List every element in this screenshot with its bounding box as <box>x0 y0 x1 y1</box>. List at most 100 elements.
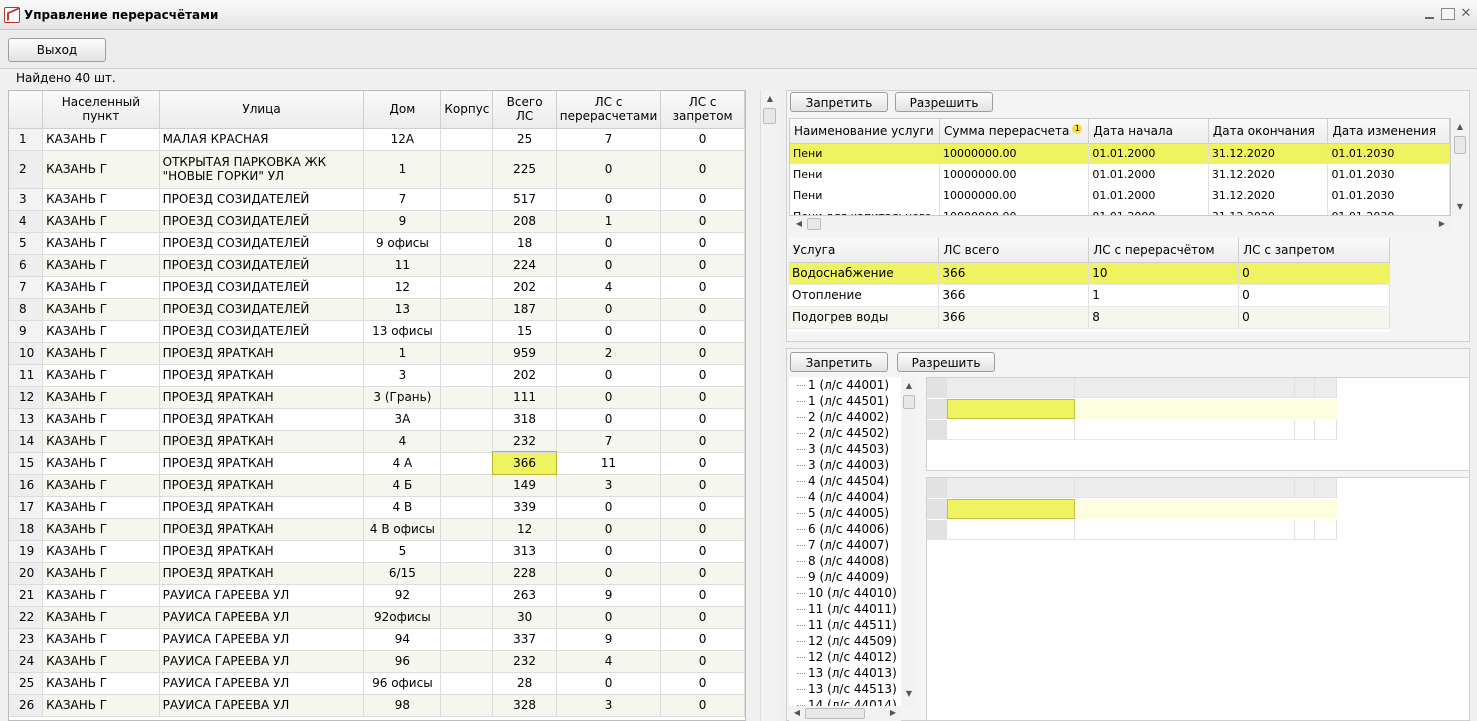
table-cell[interactable] <box>440 232 494 255</box>
scroll-down-icon[interactable]: ▼ <box>901 687 917 701</box>
table-cell[interactable]: 8 <box>9 298 44 321</box>
tree-node[interactable]: 1 (л/с 44001) <box>789 377 901 393</box>
table-cell[interactable] <box>440 496 494 519</box>
table-cell[interactable]: 6/15 <box>363 562 442 585</box>
table-cell[interactable]: 1 <box>556 210 662 233</box>
table-cell[interactable]: 19 <box>9 540 44 563</box>
accounts-tree-vscrollbar[interactable]: ▲ ▼ <box>901 377 917 707</box>
table-cell[interactable]: 01.01.2030 <box>1327 143 1450 164</box>
table-cell[interactable]: ПРОЕЗД ЯРАТКАН <box>159 364 365 387</box>
table-cell[interactable]: 96 <box>363 650 442 673</box>
houses-grid-vscrollbar[interactable]: ▲ <box>760 90 778 721</box>
table-cell[interactable]: 0 <box>660 606 745 629</box>
table-row[interactable]: 4 КАЗАНЬ Г ПРОЕЗД СОЗИДАТЕЛЕЙ 9 208 1 0 <box>9 210 745 233</box>
table-cell[interactable]: 24 <box>9 650 44 673</box>
table-cell[interactable]: 0 <box>1238 284 1390 307</box>
table-cell[interactable]: 0 <box>660 232 745 255</box>
table-cell[interactable]: 0 <box>556 408 662 431</box>
table-cell[interactable]: 01.01.2000 <box>1088 206 1209 215</box>
table-cell[interactable]: 31.12.2020 <box>1208 143 1329 164</box>
table-cell[interactable] <box>440 150 494 189</box>
table-cell[interactable]: 517 <box>492 188 557 211</box>
table-row[interactable]: 23 КАЗАНЬ Г РАУИСА ГАРЕЕВА УЛ 94 337 9 0 <box>9 628 745 651</box>
table-cell[interactable] <box>440 650 494 673</box>
table-cell[interactable]: КАЗАНЬ Г <box>42 342 160 365</box>
table-cell[interactable]: РАУИСА ГАРЕЕВА УЛ <box>159 628 365 651</box>
table-cell[interactable]: Пени <box>790 164 940 185</box>
scroll-left-icon[interactable]: ◀ <box>791 217 807 231</box>
column-header[interactable]: Населенный пункт <box>42 91 160 129</box>
table-cell[interactable]: ОТКРЫТАЯ ПАРКОВКА ЖК "НОВЫЕ ГОРКИ" УЛ <box>159 150 365 189</box>
table-cell[interactable]: КАЗАНЬ Г <box>42 150 160 189</box>
table-cell[interactable]: ПРОЕЗД СОЗИДАТЕЛЕЙ <box>159 232 365 255</box>
table-cell[interactable]: КАЗАНЬ Г <box>42 672 160 695</box>
table-row[interactable]: 5 КАЗАНЬ Г ПРОЕЗД СОЗИДАТЕЛЕЙ 9 офисы 18 0 0 <box>9 232 745 255</box>
table-cell[interactable]: 12 <box>9 386 44 409</box>
table-cell[interactable]: 337 <box>492 628 557 651</box>
table-row[interactable]: Водоснабжение 366 10 0 <box>789 262 1390 285</box>
table-cell[interactable]: КАЗАНЬ Г <box>42 496 160 519</box>
column-header[interactable]: Дата окончания <box>1208 119 1329 144</box>
column-header[interactable]: ЛС с запретом <box>1238 238 1390 263</box>
scroll-up-icon[interactable]: ▲ <box>901 379 917 393</box>
table-cell[interactable]: 232 <box>492 430 557 453</box>
table-cell[interactable]: 0 <box>556 496 662 519</box>
scroll-right-icon[interactable]: ▶ <box>1434 217 1450 231</box>
table-cell[interactable]: 0 <box>660 540 745 563</box>
accounts-tree-hscrollbar[interactable]: ◀ ▶ <box>789 706 901 721</box>
table-cell[interactable]: 21 <box>9 584 44 607</box>
table-cell[interactable]: 0 <box>660 518 745 541</box>
table-cell[interactable] <box>440 518 494 541</box>
table-cell[interactable]: 92офисы <box>363 606 442 629</box>
table-cell[interactable]: 0 <box>660 452 745 475</box>
table-row[interactable]: 2 КАЗАНЬ Г ОТКРЫТАЯ ПАРКОВКА ЖК "НОВЫЕ ГОР… <box>9 150 745 189</box>
column-header[interactable]: Дата изменения <box>1327 119 1450 144</box>
scroll-up-icon[interactable]: ▲ <box>762 92 778 106</box>
table-cell[interactable]: КАЗАНЬ Г <box>42 408 160 431</box>
table-cell[interactable]: 1 <box>363 150 442 189</box>
tree-node[interactable]: 4 (л/с 44504) <box>789 473 901 489</box>
table-cell[interactable]: 0 <box>556 298 662 321</box>
table-cell[interactable]: ПРОЕЗД ЯРАТКАН <box>159 496 365 519</box>
table-cell[interactable] <box>440 606 494 629</box>
services-vscrollbar[interactable]: ▲ ▼ <box>1452 118 1468 216</box>
table-cell[interactable]: 0 <box>660 128 745 151</box>
table-cell[interactable]: 339 <box>492 496 557 519</box>
table-cell[interactable]: ПРОЕЗД ЯРАТКАН <box>159 342 365 365</box>
tree-node[interactable]: 11 (л/с 44511) <box>789 617 901 633</box>
table-cell[interactable]: 13 <box>363 298 442 321</box>
table-cell[interactable]: 92 <box>363 584 442 607</box>
table-cell[interactable]: РАУИСА ГАРЕЕВА УЛ <box>159 694 365 717</box>
table-row[interactable]: 3 КАЗАНЬ Г ПРОЕЗД СОЗИДАТЕЛЕЙ 7 517 0 0 <box>9 188 745 211</box>
table-cell[interactable] <box>440 254 494 277</box>
allow-button-2[interactable]: Разрешить <box>897 352 995 372</box>
table-cell[interactable]: 30 <box>492 606 557 629</box>
table-cell[interactable]: 202 <box>492 276 557 299</box>
table-cell[interactable]: 18 <box>492 232 557 255</box>
table-row[interactable]: 19 КАЗАНЬ Г ПРОЕЗД ЯРАТКАН 5 313 0 0 <box>9 540 745 563</box>
table-cell[interactable]: РАУИСА ГАРЕЕВА УЛ <box>159 584 365 607</box>
table-cell[interactable]: 149 <box>492 474 557 497</box>
table-cell[interactable]: 0 <box>660 408 745 431</box>
table-cell[interactable]: 232 <box>492 650 557 673</box>
table-cell[interactable] <box>440 584 494 607</box>
table-cell[interactable]: 0 <box>556 232 662 255</box>
tree-node[interactable]: 12 (л/с 44012) <box>789 649 901 665</box>
table-cell[interactable]: 313 <box>492 540 557 563</box>
table-cell[interactable]: 01.01.2030 <box>1327 185 1450 206</box>
table-cell[interactable]: 0 <box>556 188 662 211</box>
table-cell[interactable]: 16 <box>9 474 44 497</box>
table-cell[interactable] <box>440 188 494 211</box>
table-cell[interactable]: 13 <box>9 408 44 431</box>
table-cell[interactable]: 202 <box>492 364 557 387</box>
table-cell[interactable]: 959 <box>492 342 557 365</box>
table-row[interactable]: 21 КАЗАНЬ Г РАУИСА ГАРЕЕВА УЛ 92 263 9 0 <box>9 584 745 607</box>
table-cell[interactable]: 0 <box>556 254 662 277</box>
table-cell[interactable]: 31.12.2020 <box>1208 185 1329 206</box>
tree-node[interactable]: 6 (л/с 44006) <box>789 521 901 537</box>
minimize-icon[interactable] <box>1423 8 1437 20</box>
table-cell[interactable]: 94 <box>363 628 442 651</box>
table-cell[interactable]: КАЗАНЬ Г <box>42 562 160 585</box>
maximize-icon[interactable] <box>1441 8 1455 20</box>
table-cell[interactable] <box>440 452 494 475</box>
